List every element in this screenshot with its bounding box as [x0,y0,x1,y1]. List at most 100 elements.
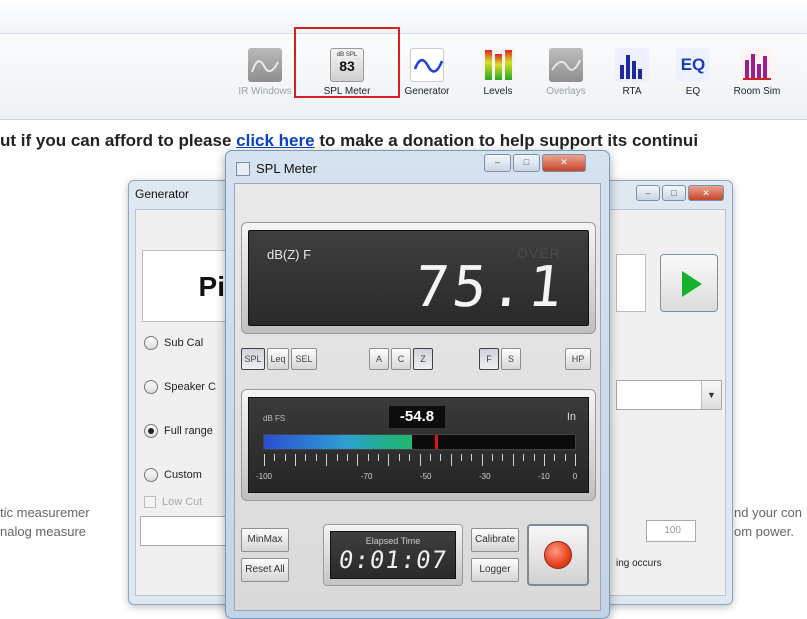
bar-tick [295,454,297,466]
generator-option-custom[interactable]: Custom [144,468,202,482]
a-weighting-button[interactable]: A [369,348,389,370]
toolbar-label-overlays: Overlays [546,86,586,97]
bar-tick [367,454,369,461]
radio-icon [144,336,158,350]
bar-tick [378,454,380,461]
donation-text-before: ut if you can afford to please [0,131,237,150]
radio-icon [144,468,158,482]
toolbar-overlays[interactable]: Overlays [531,48,601,97]
bar-peak-marker [434,435,438,449]
spl-level-bar: dB FS -54.8 In -100 -70 -50 -30 -10 0 [248,397,589,493]
record-button[interactable] [527,524,589,586]
bar-tick-label: -50 [419,472,432,481]
minmax-button[interactable]: MinMax [241,528,289,552]
bar-tick [284,454,286,461]
toolbar-ir-windows[interactable]: IR Windows [230,48,300,97]
bar-tick [326,454,328,466]
bar-tick [481,454,483,466]
z-weighting-button[interactable]: Z [413,348,433,370]
spl-lcd-frame: dB(Z) F OVER 75.1 [241,222,596,334]
donation-link[interactable]: click here [236,131,314,150]
spl-button[interactable]: SPL [241,348,265,370]
bar-tick [315,454,317,461]
bar-peak-value: -54.8 [389,406,445,428]
toolbar-label-generator: Generator [404,86,450,97]
bar-tick [543,454,545,466]
toolbar-rta[interactable]: RTA [597,48,667,97]
tool-toolbar: IR Windows dB SPL 83 SPL Meter Generator… [0,34,807,120]
toolbar-levels[interactable]: Levels [463,48,533,97]
app-icon [236,162,250,176]
bar-tick [564,454,566,461]
bar-unit-label: dB FS [263,414,286,423]
generator-right-display [616,254,646,312]
elapsed-time-frame: Elapsed Time 0:01:07 [323,524,463,586]
generator-close-button[interactable]: ✕ [688,185,724,201]
levels-icon [481,48,515,82]
record-icon [544,541,572,569]
top-band [0,0,807,34]
elapsed-time-value: 0:01:07 [336,546,450,574]
generator-icon [410,48,444,82]
generator-option-label: Full range [164,425,213,437]
bar-tick [502,454,504,461]
bar-tick [512,454,514,466]
generator-option-label: Sub Cal [164,337,204,349]
bar-track [263,434,576,450]
generator-low-cut[interactable]: Low Cut [144,496,202,508]
logger-button[interactable]: Logger [471,558,519,582]
generator-option-full-range[interactable]: Full range [144,424,213,438]
toolbar-label-rta: RTA [622,86,642,97]
c-weighting-button[interactable]: C [391,348,411,370]
bar-tick [388,454,390,466]
generator-title: Generator [135,187,190,201]
bar-tick [398,454,400,461]
bar-tick [460,454,462,461]
bar-tick [305,454,307,461]
play-icon [682,271,702,297]
slow-button[interactable]: S [501,348,521,370]
hp-button[interactable]: HP [565,348,591,370]
bg-text-left-2: nalog measure [0,524,86,539]
sel-button[interactable]: SEL [291,348,317,370]
bar-tick [554,454,556,461]
toolbar-label-eq: EQ [685,86,701,97]
spl-lcd-value: 75.1 [411,255,570,320]
spl-lcd-unit: dB(Z) F [267,247,312,262]
bar-tick [533,454,535,461]
bar-tick-label: -70 [360,472,373,481]
bar-tick [419,454,421,466]
spl-minimize-button[interactable]: – [484,154,511,172]
toolbar-label-levels: Levels [483,86,513,97]
generator-signal-select[interactable]: ▼ [616,380,722,410]
bar-tick [575,454,576,466]
generator-play-button[interactable] [660,254,718,312]
spl-maximize-button[interactable]: □ [513,154,540,172]
leq-button[interactable]: Leq [267,348,289,370]
spl-level-bar-frame: dB FS -54.8 In -100 -70 -50 -30 -10 0 [241,389,596,501]
toolbar-label-ir-windows: IR Windows [238,86,292,97]
rta-icon [615,48,649,82]
generator-spinner[interactable]: 100 [646,520,696,542]
spl-close-button[interactable]: ✕ [542,154,586,172]
generator-status-text: ing occurs [616,558,662,569]
elapsed-time-display: Elapsed Time 0:01:07 [330,531,456,579]
fast-button[interactable]: F [479,348,499,370]
generator-minimize-button[interactable]: – [636,185,660,201]
bar-tick [429,454,431,461]
generator-option-sub-cal[interactable]: Sub Cal [144,336,203,350]
ir-windows-icon [248,48,282,82]
generator-option-speaker-cal[interactable]: Speaker C [144,380,216,394]
radio-icon [144,380,158,394]
calibrate-button[interactable]: Calibrate [471,528,519,552]
reset-all-button[interactable]: Reset All [241,558,289,582]
generator-maximize-button[interactable]: □ [662,185,686,201]
bar-tick [523,454,525,461]
bar-fill [264,435,412,449]
toolbar-eq[interactable]: EQ EQ [658,48,728,97]
toolbar-generator[interactable]: Generator [392,48,462,97]
bar-tick [346,454,348,461]
toolbar-room-sim[interactable]: Room Sim [722,48,792,97]
chevron-down-icon: ▼ [701,381,721,409]
bg-text-left-1: tic measuremer [0,505,90,520]
